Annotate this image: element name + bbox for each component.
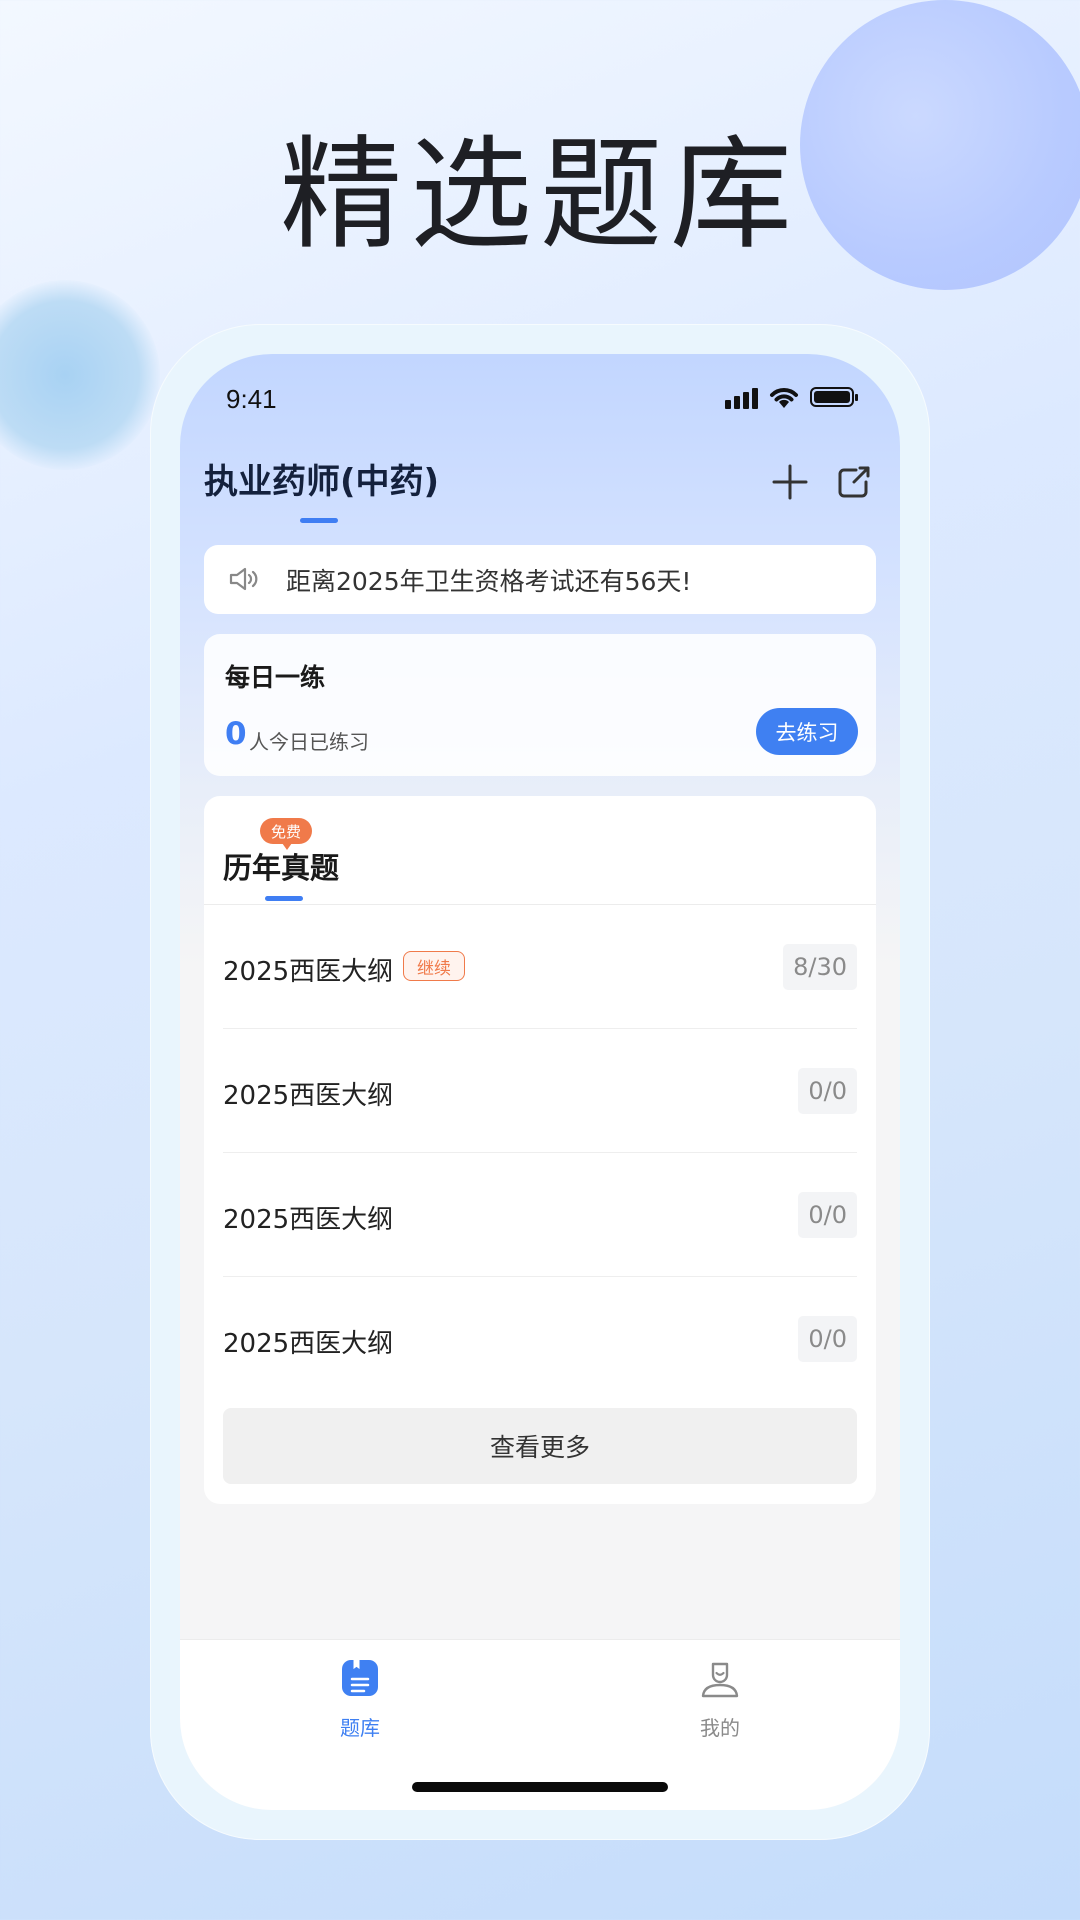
status-bar: 9:41 (180, 354, 900, 444)
continue-badge: 继续 (403, 951, 465, 981)
list-item-label: 2025西医大纲 (223, 1329, 394, 1359)
list-item[interactable]: 2025西医大纲 0/0 (223, 1029, 857, 1153)
go-practice-button[interactable]: 去练习 (756, 708, 858, 755)
progress-count: 0/0 (798, 1192, 857, 1238)
tab-underline (265, 896, 303, 901)
list-item[interactable]: 2025西医大纲 0/0 (223, 1153, 857, 1277)
title-underline (300, 518, 338, 523)
share-icon[interactable] (834, 462, 874, 502)
home-indicator (412, 1782, 668, 1792)
free-badge: 免费 (260, 818, 312, 850)
progress-count: 0/0 (798, 1068, 857, 1114)
phone-screen: 9:41 执业药师(中药) 距离2025年卫生资格考试还有56天! 每日一练 0… (180, 354, 900, 1810)
tab-past-exams[interactable]: 历年真题 (223, 845, 339, 887)
profile-icon (701, 1662, 739, 1698)
list-item[interactable]: 2025西医大纲 0/0 (223, 1277, 857, 1401)
view-more-button[interactable]: 查看更多 (223, 1408, 857, 1484)
speaker-icon (229, 567, 258, 591)
tab-label: 我的 (700, 1716, 740, 1740)
tab-label: 题库 (340, 1716, 380, 1740)
progress-count: 8/30 (783, 944, 857, 990)
daily-practice-card: 每日一练 0 人今日已练习 去练习 (204, 634, 876, 776)
wifi-icon (770, 388, 798, 408)
daily-count-label: 人今日已练习 (249, 730, 369, 754)
page-title[interactable]: 执业药师(中药) (204, 454, 439, 503)
signal-icon (725, 388, 758, 409)
list-item-label: 2025西医大纲 (223, 1205, 394, 1235)
list-item[interactable]: 2025西医大纲 继续 8/30 (223, 905, 857, 1029)
background-blur (0, 280, 160, 470)
question-bank-icon (342, 1660, 378, 1696)
plus-icon[interactable] (770, 462, 810, 502)
notice-text: 距离2025年卫生资格考试还有56天! (286, 567, 692, 596)
list-item-label: 2025西医大纲 (223, 1081, 394, 1111)
exam-countdown-notice[interactable]: 距离2025年卫生资格考试还有56天! (204, 545, 876, 614)
list-item-label: 2025西医大纲 (223, 957, 394, 987)
status-time: 9:41 (226, 384, 277, 414)
tab-profile[interactable]: 我的 (660, 1658, 780, 1741)
past-exams-card: 免费 历年真题 2025西医大纲 继续 8/30 2025西医大纲 0/0 20… (204, 796, 876, 1504)
progress-count: 0/0 (798, 1316, 857, 1362)
tab-question-bank[interactable]: 题库 (300, 1658, 420, 1741)
battery-icon (810, 387, 858, 407)
hero-title: 精选题库 (280, 124, 800, 266)
daily-count: 0 (225, 716, 247, 752)
daily-title: 每日一练 (225, 663, 326, 692)
